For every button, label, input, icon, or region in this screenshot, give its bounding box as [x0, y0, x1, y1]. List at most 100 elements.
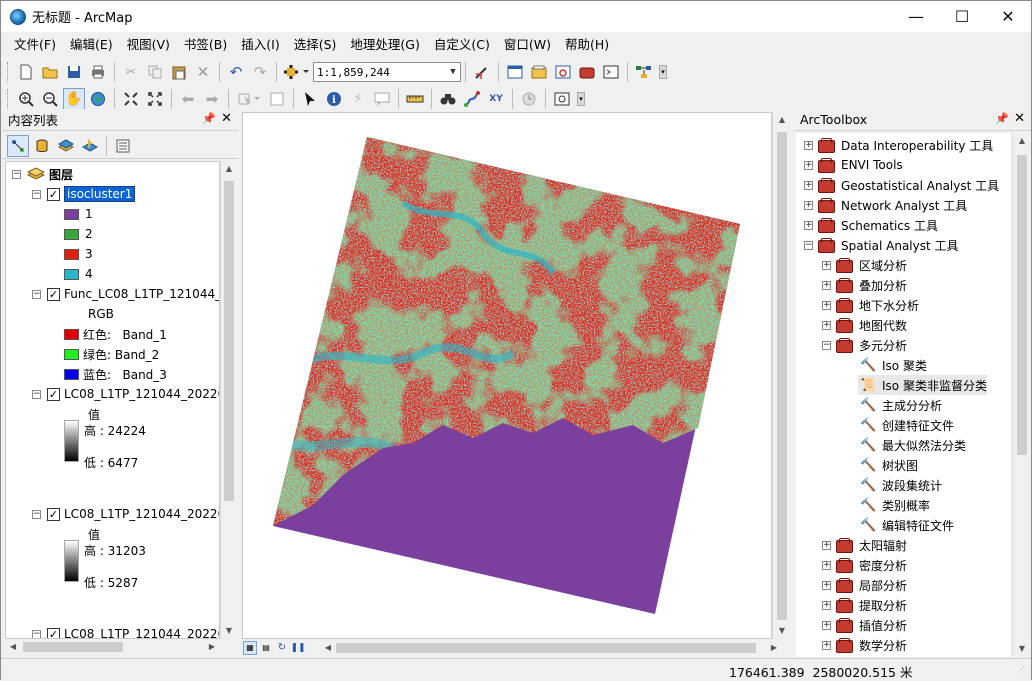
tool-item[interactable]: 🔨 Iso 聚类 [858, 355, 927, 375]
measure-ruler-icon[interactable] [404, 88, 426, 110]
layer-row-isocluster1[interactable]: − ✓ isocluster1 [32, 184, 136, 204]
collapse-icon[interactable]: − [32, 389, 41, 399]
layer-row-lc08-a[interactable]: − ✓ LC08_L1TP_121044_202204 [32, 384, 219, 404]
html-popup-icon[interactable] [371, 88, 393, 110]
map-hscroll-thumb[interactable] [336, 643, 756, 653]
resize-grip-icon[interactable]: ⋰ [1017, 665, 1027, 675]
menu-view[interactable]: 视图(V) [120, 34, 177, 56]
close-icon[interactable]: ✕ [1014, 111, 1025, 126]
layer-visibility-checkbox[interactable]: ✓ [47, 507, 60, 521]
menu-file[interactable]: 文件(F) [7, 34, 63, 56]
expand-icon[interactable]: + [822, 600, 831, 610]
expand-icon[interactable]: + [822, 640, 831, 650]
open-folder-icon[interactable] [39, 61, 61, 83]
toolset-item[interactable]: + 地图代数 [822, 315, 907, 335]
model-builder-icon[interactable] [633, 61, 655, 83]
search-window-icon[interactable] [552, 61, 574, 83]
list-by-visibility-icon[interactable] [55, 135, 77, 157]
toolset-item-multivariate[interactable]: − 多元分析 [822, 335, 907, 355]
toolset-item[interactable]: + 提取分析 [822, 595, 907, 615]
collapse-icon[interactable]: − [32, 509, 41, 519]
layer-row-func[interactable]: − ✓ Func_LC08_L1TP_121044_2 [32, 284, 219, 304]
undo-icon[interactable]: ↶ [225, 61, 247, 83]
scroll-down-icon[interactable]: ▼ [221, 623, 237, 639]
scroll-right-icon[interactable]: ▶ [766, 640, 782, 656]
create-viewer-window-icon[interactable] [551, 88, 573, 110]
tool-item[interactable]: 🔨 主成分分析 [858, 395, 942, 415]
toolset-item[interactable]: + 密度分析 [822, 555, 907, 575]
expand-icon[interactable]: + [804, 220, 813, 230]
select-elements-arrow-icon[interactable] [299, 88, 321, 110]
select-features-icon[interactable] [234, 88, 264, 110]
layers-root-row[interactable]: − 图层 [12, 164, 73, 184]
arctoolbox-vertical-scrollbar[interactable]: ▲ ▼ [1012, 133, 1030, 657]
layer-row-lc08-b[interactable]: − ✓ LC08_L1TP_121044_202204 [32, 504, 219, 524]
expand-icon[interactable]: + [822, 260, 831, 270]
layer-visibility-checkbox[interactable]: ✓ [47, 387, 60, 401]
expand-icon[interactable]: + [822, 320, 831, 330]
refresh-icon[interactable]: ↻ [275, 641, 289, 655]
find-binoculars-icon[interactable] [437, 88, 459, 110]
clear-selection-icon[interactable] [266, 88, 288, 110]
menu-selection[interactable]: 选择(S) [287, 34, 344, 56]
editor-toolbar-icon[interactable] [471, 61, 493, 83]
zoom-in-icon[interactable] [15, 88, 37, 110]
go-back-icon[interactable]: ⬅ [177, 88, 199, 110]
scroll-up-icon[interactable]: ▲ [221, 161, 237, 177]
expand-icon[interactable]: + [822, 280, 831, 290]
scroll-left-icon[interactable]: ◀ [320, 640, 336, 656]
find-route-icon[interactable] [461, 88, 483, 110]
toolset-item[interactable]: + 插值分析 [822, 615, 907, 635]
identify-icon[interactable]: i [323, 88, 345, 110]
scroll-thumb[interactable] [1017, 155, 1027, 455]
map-vertical-scrollbar[interactable]: ▲ ▼ [772, 112, 790, 639]
tool-item[interactable]: 🔨 创建特征文件 [858, 415, 954, 435]
full-extent-globe-icon[interactable] [87, 88, 109, 110]
expand-icon[interactable]: + [804, 180, 813, 190]
fixed-zoom-in-icon[interactable] [120, 88, 142, 110]
layer-name-isocluster1[interactable]: isocluster1 [64, 186, 136, 202]
tool-item[interactable]: 🔨 类别概率 [858, 495, 930, 515]
catalog-window-icon[interactable] [528, 61, 550, 83]
toolset-item[interactable]: + 数学分析 [822, 635, 907, 655]
zoom-out-icon[interactable] [39, 88, 61, 110]
fixed-zoom-out-icon[interactable] [144, 88, 166, 110]
layout-view-icon[interactable]: ▤ [259, 641, 273, 655]
expand-icon[interactable]: + [822, 540, 831, 550]
table-of-contents-icon[interactable] [504, 61, 526, 83]
pin-icon[interactable]: 📌 [202, 112, 216, 125]
toolbox-item[interactable]: + ENVI Tools [804, 155, 903, 175]
toolbar-options-icon[interactable]: ▾ [577, 92, 585, 106]
layer-visibility-checkbox[interactable]: ✓ [47, 627, 60, 638]
paste-icon[interactable] [168, 61, 190, 83]
expand-icon[interactable]: + [804, 140, 813, 150]
collapse-icon[interactable]: − [822, 340, 831, 350]
layer-row-lc08-c[interactable]: − ✓ LC08_L1TP_121044_202204 [32, 624, 219, 638]
toolbox-item[interactable]: − Spatial Analyst 工具 [804, 235, 959, 255]
scroll-down-icon[interactable]: ▼ [774, 623, 790, 639]
collapse-icon[interactable]: − [12, 169, 21, 179]
copy-icon[interactable] [144, 61, 166, 83]
print-icon[interactable] [87, 61, 109, 83]
close-icon[interactable]: ✕ [221, 111, 232, 126]
scroll-down-icon[interactable]: ▼ [1014, 641, 1030, 657]
tool-item[interactable]: 🔨 编辑特征文件 [858, 515, 954, 535]
toc-horizontal-scrollbar[interactable]: ◀ ▶ [5, 639, 220, 655]
menu-help[interactable]: 帮助(H) [558, 34, 616, 56]
scroll-thumb[interactable] [23, 642, 123, 652]
scroll-up-icon[interactable]: ▲ [774, 112, 790, 128]
layer-name-lc08[interactable]: LC08_L1TP_121044_202204 [64, 507, 219, 521]
toolbox-item[interactable]: + Network Analyst 工具 [804, 195, 967, 215]
hyperlink-lightning-icon[interactable]: ⚡ [347, 88, 369, 110]
menu-insert[interactable]: 插入(I) [234, 34, 286, 56]
python-window-icon[interactable] [600, 61, 622, 83]
list-by-selection-icon[interactable] [79, 135, 101, 157]
time-slider-icon[interactable] [518, 88, 540, 110]
cut-icon[interactable]: ✂ [120, 61, 142, 83]
pan-hand-icon[interactable]: ✋ [63, 88, 85, 110]
list-by-drawing-order-icon[interactable] [7, 134, 29, 157]
collapse-icon[interactable]: − [804, 240, 813, 250]
scroll-up-icon[interactable]: ▲ [1014, 133, 1030, 149]
toolset-item[interactable]: + 局部分析 [822, 575, 907, 595]
toc-options-icon[interactable] [112, 135, 134, 157]
